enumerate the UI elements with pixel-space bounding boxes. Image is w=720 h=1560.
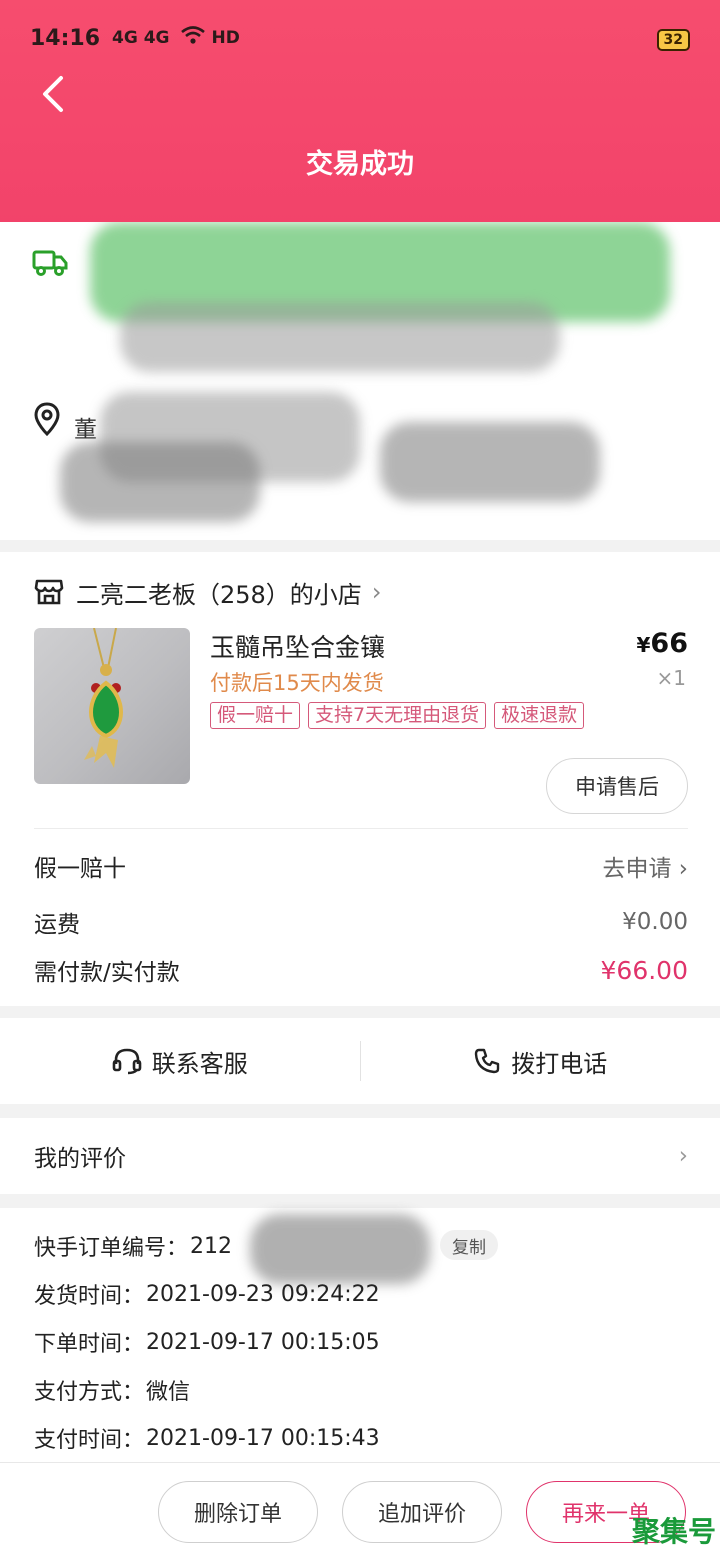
redaction-mark — [250, 1214, 430, 1284]
product-image[interactable] — [34, 628, 190, 784]
ship-time-label: 发货时间： — [34, 1284, 145, 1309]
wifi-icon — [180, 25, 206, 51]
my-review-row[interactable]: 我的评价 › — [34, 1118, 688, 1194]
redaction-mark — [380, 422, 600, 502]
ship-note: 付款后15天内发货 — [210, 671, 384, 695]
product-title[interactable]: 玉髓吊坠合金镶 — [210, 628, 385, 664]
header: 14:16 4G 4G HD 32 交易成功 — [0, 0, 720, 225]
redaction-mark — [60, 442, 260, 522]
shop-name: 二亮二老板（258）的小店 — [76, 580, 362, 609]
pay-method-value: 微信 — [146, 1380, 191, 1405]
order-time-label: 下单时间： — [34, 1332, 145, 1357]
divider — [34, 828, 688, 829]
address-card[interactable]: 董 — [0, 222, 720, 540]
truck-icon — [32, 248, 68, 282]
order-number-row: 快手订单编号： 212 — [34, 1228, 232, 1264]
recipient-name: 董 — [74, 417, 97, 443]
product-price: ¥66 — [636, 628, 689, 659]
shipping-row: 运费 ¥0.00 — [34, 902, 688, 942]
back-button[interactable] — [30, 72, 74, 116]
battery-icon: 32 — [656, 25, 690, 51]
contact-service-button[interactable]: 联系客服 — [0, 1018, 360, 1104]
pay-time-value: 2021-09-17 00:15:43 — [146, 1425, 380, 1451]
ship-time-value: 2021-09-23 09:24:22 — [146, 1281, 380, 1307]
order-number-label: 快手订单编号： — [34, 1236, 189, 1261]
status-bar: 14:16 4G 4G HD 32 — [0, 18, 720, 58]
pay-method-label: 支付方式： — [34, 1380, 145, 1405]
hd-indicator: HD — [211, 28, 240, 48]
service-tags: 假一赔十 支持7天无理由退货 极速退款 — [210, 702, 585, 729]
guarantee-action[interactable]: 去申请 › — [602, 849, 688, 883]
watermark-text: 聚集号 — [631, 1515, 716, 1548]
my-review-label: 我的评价 — [34, 1146, 126, 1172]
contact-card: 联系客服 拨打电话 — [0, 1018, 720, 1104]
store-icon — [34, 579, 64, 605]
product-quantity: ×1 — [656, 666, 686, 690]
pay-time-row: 支付时间： 2021-09-17 00:15:43 — [34, 1420, 380, 1456]
review-card[interactable]: 我的评价 › — [0, 1118, 720, 1194]
shipping-value: ¥0.00 — [622, 909, 688, 935]
order-time-value: 2021-09-17 00:15:05 — [146, 1329, 380, 1355]
bottom-action-bar: 删除订单 追加评价 再来一单 聚集号 — [0, 1462, 720, 1560]
location-pin-icon — [33, 402, 61, 440]
shop-link[interactable]: 二亮二老板（258）的小店 › — [34, 572, 381, 612]
item-card: 二亮二老板（258）的小店 › 玉髓吊坠合金镶 ¥66 ×1 付款后15天内发货… — [0, 552, 720, 1006]
after-sale-button[interactable]: 申请售后 — [546, 758, 688, 814]
call-phone-button[interactable]: 拨打电话 — [361, 1018, 720, 1104]
phone-icon — [475, 1048, 500, 1074]
order-number-value: 212 — [190, 1233, 233, 1259]
contact-service-label: 联系客服 — [151, 1049, 248, 1078]
page-title: 交易成功 — [306, 149, 414, 180]
total-value: ¥66.00 — [600, 955, 688, 985]
pay-time-label: 支付时间： — [34, 1428, 145, 1453]
order-time-row: 下单时间： 2021-09-17 00:15:05 — [34, 1324, 380, 1360]
total-label: 需付款/实付款 — [34, 960, 180, 986]
shipping-label: 运费 — [34, 912, 80, 938]
pay-method-row: 支付方式： 微信 — [34, 1372, 190, 1408]
append-review-button[interactable]: 追加评价 — [342, 1481, 502, 1543]
order-info-card: 快手订单编号： 212 复制 发货时间： 2021-09-23 09:24:22… — [0, 1208, 720, 1468]
call-phone-label: 拨打电话 — [511, 1049, 608, 1078]
chevron-right-icon: › — [678, 1143, 688, 1169]
watermark: 聚集号 — [632, 1510, 716, 1550]
ship-time-row: 发货时间： 2021-09-23 09:24:22 — [34, 1276, 380, 1312]
tag-7day-return: 支持7天无理由退货 — [308, 702, 487, 729]
guarantee-label: 假一赔十 — [34, 856, 126, 882]
redaction-mark — [120, 302, 560, 372]
guarantee-row[interactable]: 假一赔十 去申请 › — [34, 846, 688, 886]
chevron-right-icon: › — [371, 578, 382, 606]
delete-order-button[interactable]: 删除订单 — [158, 1481, 318, 1543]
tag-guarantee: 假一赔十 — [210, 702, 301, 729]
headset-icon — [112, 1048, 142, 1075]
chevron-right-icon: › — [678, 856, 688, 882]
status-time: 14:16 — [30, 25, 101, 51]
copy-button[interactable]: 复制 — [440, 1230, 498, 1260]
signal-icon: 4G 4G — [112, 28, 170, 48]
tag-fast-refund: 极速退款 — [494, 702, 585, 729]
chevron-left-icon — [43, 76, 63, 112]
total-row: 需付款/实付款 ¥66.00 — [34, 950, 688, 990]
